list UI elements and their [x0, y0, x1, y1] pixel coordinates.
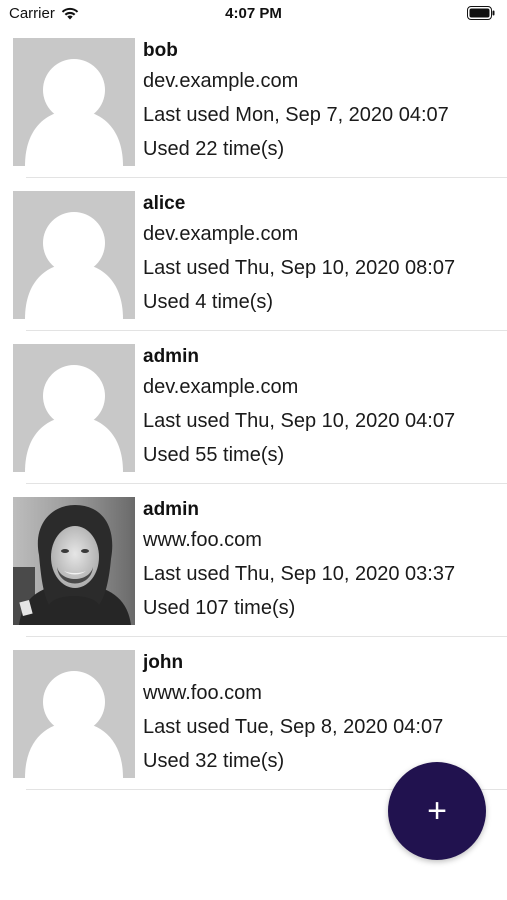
list-item[interactable]: admin www.foo.com Last used Thu, Sep 10,… — [0, 496, 507, 649]
account-info: bob dev.example.com Last used Mon, Sep 7… — [143, 37, 449, 166]
avatar — [13, 650, 135, 778]
account-username: john — [143, 652, 184, 673]
account-info: john www.foo.com Last used Tue, Sep 8, 2… — [143, 649, 443, 778]
status-bar: Carrier 4:07 PM — [0, 0, 507, 28]
battery-icon — [467, 6, 495, 25]
account-used-count: Used 32 time(s) — [143, 750, 285, 772]
plus-icon: + — [427, 792, 447, 830]
default-avatar-icon — [13, 191, 135, 319]
account-domain: dev.example.com — [143, 223, 299, 245]
status-time: 4:07 PM — [225, 5, 282, 22]
account-username: bob — [143, 40, 178, 61]
account-domain: dev.example.com — [143, 376, 299, 398]
account-last-used: Last used Thu, Sep 10, 2020 04:07 — [143, 410, 456, 432]
account-username: admin — [143, 499, 199, 520]
account-username: admin — [143, 346, 199, 367]
default-avatar-icon — [13, 650, 135, 778]
list-item[interactable]: admin dev.example.com Last used Thu, Sep… — [0, 343, 507, 496]
avatar-photo — [13, 497, 135, 625]
account-domain: www.foo.com — [143, 529, 262, 551]
account-username: alice — [143, 193, 186, 214]
default-avatar-icon — [13, 38, 135, 166]
avatar — [13, 344, 135, 472]
account-domain: www.foo.com — [143, 682, 262, 704]
default-avatar-icon — [13, 344, 135, 472]
account-last-used: Last used Thu, Sep 10, 2020 03:37 — [143, 563, 456, 585]
list-item[interactable]: bob dev.example.com Last used Mon, Sep 7… — [0, 37, 507, 190]
avatar — [13, 191, 135, 319]
account-last-used: Last used Mon, Sep 7, 2020 04:07 — [143, 104, 449, 126]
account-info: admin www.foo.com Last used Thu, Sep 10,… — [143, 496, 455, 625]
account-used-count: Used 4 time(s) — [143, 291, 274, 313]
account-last-used: Last used Tue, Sep 8, 2020 04:07 — [143, 716, 444, 738]
account-used-count: Used 107 time(s) — [143, 597, 296, 619]
list-item[interactable]: alice dev.example.com Last used Thu, Sep… — [0, 190, 507, 343]
avatar — [13, 38, 135, 166]
user-photo-icon — [13, 497, 135, 625]
account-used-count: Used 22 time(s) — [143, 138, 285, 160]
account-used-count: Used 55 time(s) — [143, 444, 285, 466]
account-info: admin dev.example.com Last used Thu, Sep… — [143, 343, 455, 472]
account-domain: dev.example.com — [143, 70, 299, 92]
add-account-button[interactable]: + — [388, 762, 486, 860]
account-last-used: Last used Thu, Sep 10, 2020 08:07 — [143, 257, 456, 279]
account-info: alice dev.example.com Last used Thu, Sep… — [143, 190, 455, 319]
account-list: bob dev.example.com Last used Mon, Sep 7… — [0, 37, 507, 802]
